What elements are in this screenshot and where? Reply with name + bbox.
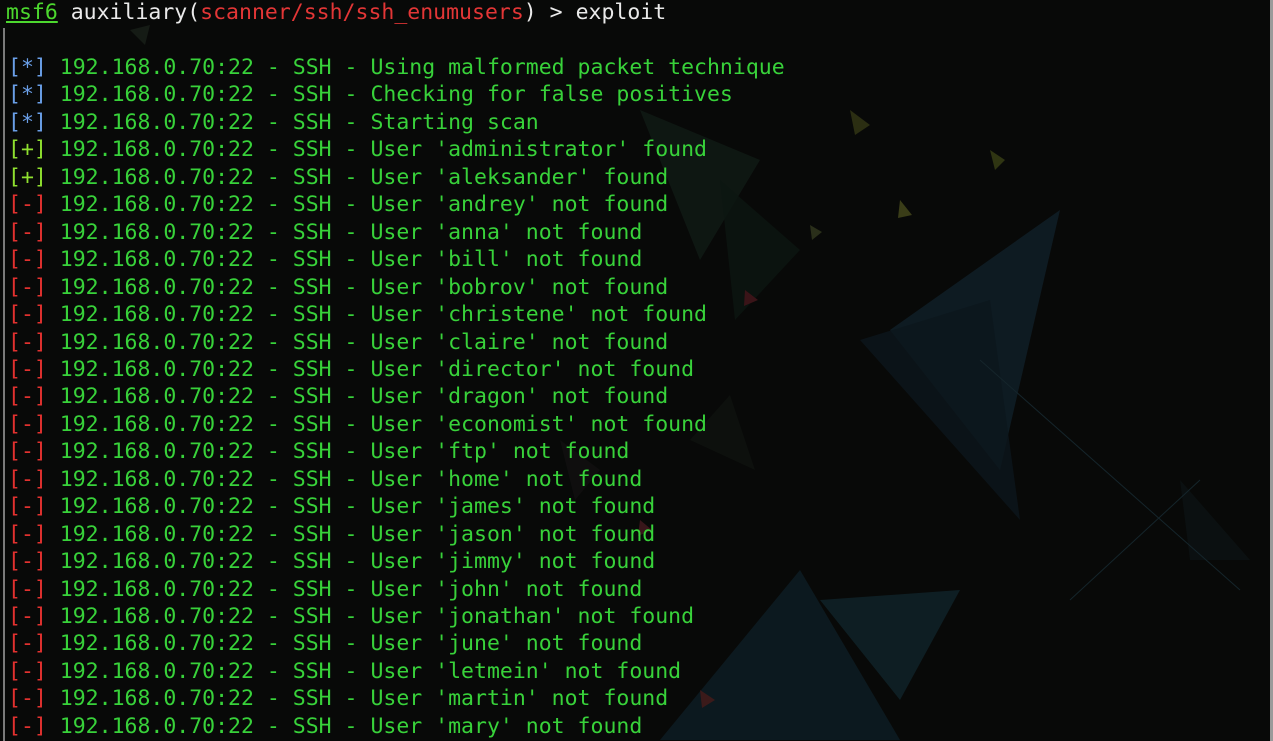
output-line: [-] 192.168.0.70:22 - SSH - User 'john' … <box>8 576 642 603</box>
output-line: [-] 192.168.0.70:22 - SSH - User 'direct… <box>8 356 694 383</box>
status-tag: [*] <box>8 109 47 135</box>
output-line: [-] 192.168.0.70:22 - SSH - User 'dragon… <box>8 383 668 410</box>
output-message: 192.168.0.70:22 - SSH - Using malformed … <box>46 55 785 80</box>
status-tag: [-] <box>8 631 47 657</box>
output-message: 192.168.0.70:22 - SSH - User 'jonathan' … <box>46 604 695 629</box>
output-line: [-] 192.168.0.70:22 - SSH - User 'econom… <box>8 411 707 438</box>
window-left-border <box>3 28 5 741</box>
status-tag: [+] <box>8 137 47 163</box>
output-message: 192.168.0.70:22 - SSH - User 'claire' no… <box>46 329 669 355</box>
status-tag: [-] <box>8 247 47 273</box>
output-message: 192.168.0.70:22 - SSH - User 'anna' not … <box>46 219 643 245</box>
output-line: [-] 192.168.0.70:22 - SSH - User 'home' … <box>8 466 642 493</box>
status-tag: [-] <box>8 494 47 520</box>
output-message: 192.168.0.70:22 - SSH - User 'letmein' n… <box>46 658 682 684</box>
output-line: [-] 192.168.0.70:22 - SSH - User 'bobrov… <box>8 274 668 301</box>
output-line: [-] 192.168.0.70:22 - SSH - User 'martin… <box>8 685 668 712</box>
output-message: 192.168.0.70:22 - SSH - User 'june' not … <box>46 631 643 657</box>
status-tag: [-] <box>8 521 47 547</box>
status-tag: [-] <box>8 302 47 328</box>
status-tag: [-] <box>8 384 47 410</box>
status-tag: [-] <box>8 329 47 355</box>
terminal-window[interactable]: msf6 auxiliary(scanner/ssh/ssh_enumusers… <box>0 0 1273 741</box>
output-message: 192.168.0.70:22 - SSH - User 'christene'… <box>46 302 707 328</box>
output-line: [+] 192.168.0.70:22 - SSH - User 'aleksa… <box>8 164 668 191</box>
prompt-command: exploit <box>575 0 667 25</box>
output-message: 192.168.0.70:22 - SSH - User 'andrey' no… <box>46 192 669 218</box>
output-message: 192.168.0.70:22 - SSH - Starting scan <box>46 109 539 135</box>
output-line: [-] 192.168.0.70:22 - SSH - User 'june' … <box>8 630 642 657</box>
status-tag: [-] <box>8 411 47 437</box>
prompt-line: msf6 auxiliary(scanner/ssh/ssh_enumusers… <box>6 0 666 26</box>
output-line: [*] 192.168.0.70:22 - SSH - Checking for… <box>8 81 733 108</box>
output-line: [*] 192.168.0.70:22 - SSH - Using malfor… <box>8 54 785 81</box>
output-line: [-] 192.168.0.70:22 - SSH - User 'letmei… <box>8 658 681 685</box>
output-line: [-] 192.168.0.70:22 - SSH - User 'anna' … <box>8 219 642 246</box>
output-line: [-] 192.168.0.70:22 - SSH - User 'andrey… <box>8 191 668 218</box>
output-line: [+] 192.168.0.70:22 - SSH - User 'admini… <box>8 136 707 163</box>
output-message: 192.168.0.70:22 - SSH - User 'aleksander… <box>46 164 669 190</box>
output-line: [*] 192.168.0.70:22 - SSH - Starting sca… <box>8 109 539 136</box>
status-tag: [-] <box>8 686 47 712</box>
output-line: [-] 192.168.0.70:22 - SSH - User 'claire… <box>8 329 668 356</box>
output-line: [-] 192.168.0.70:22 - SSH - User 'jason'… <box>8 521 655 548</box>
prompt-suffix: ) > <box>523 0 576 25</box>
output-message: 192.168.0.70:22 - SSH - User 'bobrov' no… <box>46 274 669 300</box>
output-message: 192.168.0.70:22 - SSH - User 'james' not… <box>46 494 656 520</box>
output-message: 192.168.0.70:22 - SSH - User 'bill' not … <box>46 247 643 273</box>
status-tag: [*] <box>8 55 47 80</box>
output-message: 192.168.0.70:22 - SSH - User 'martin' no… <box>46 686 669 712</box>
status-tag: [-] <box>8 576 47 602</box>
status-tag: [-] <box>8 549 47 575</box>
status-tag: [-] <box>8 658 47 684</box>
output-message: 192.168.0.70:22 - SSH - User 'jason' not… <box>46 521 656 547</box>
output-message: 192.168.0.70:22 - SSH - User 'jimmy' not… <box>46 549 656 575</box>
status-tag: [-] <box>8 274 47 300</box>
status-tag: [-] <box>8 604 47 629</box>
status-tag: [-] <box>8 192 47 218</box>
output-line: [-] 192.168.0.70:22 - SSH - User 'jimmy'… <box>8 548 655 575</box>
output-line: [-] 192.168.0.70:22 - SSH - User 'bill' … <box>8 246 642 273</box>
output-message: 192.168.0.70:22 - SSH - User 'ftp' not f… <box>46 439 630 465</box>
output-line: [-] 192.168.0.70:22 - SSH - User 'mary' … <box>8 713 642 740</box>
output-message: 192.168.0.70:22 - SSH - User 'home' not … <box>46 466 643 492</box>
status-tag: [-] <box>8 713 47 739</box>
output-message: 192.168.0.70:22 - SSH - User 'john' not … <box>46 576 643 602</box>
prompt-module-path: scanner/ssh/ssh_enumusers <box>200 0 524 25</box>
status-tag: [-] <box>8 219 47 245</box>
status-tag: [-] <box>8 466 47 492</box>
status-tag: [+] <box>8 164 47 190</box>
prompt-console-name: msf6 <box>6 0 58 25</box>
output-line: [-] 192.168.0.70:22 - SSH - User 'james'… <box>8 493 655 520</box>
output-message: 192.168.0.70:22 - SSH - Checking for fal… <box>46 82 733 108</box>
output-message: 192.168.0.70:22 - SSH - User 'administra… <box>46 137 707 163</box>
status-tag: [-] <box>8 439 47 465</box>
output-line: [-] 192.168.0.70:22 - SSH - User 'ftp' n… <box>8 438 629 465</box>
status-tag: [*] <box>8 82 47 108</box>
output-message: 192.168.0.70:22 - SSH - User 'economist'… <box>46 411 707 437</box>
prompt-prefix: auxiliary( <box>57 0 201 25</box>
output-message: 192.168.0.70:22 - SSH - User 'dragon' no… <box>46 384 669 410</box>
output-message: 192.168.0.70:22 - SSH - User 'mary' not … <box>46 713 643 739</box>
status-tag: [-] <box>8 356 47 382</box>
output-line: [-] 192.168.0.70:22 - SSH - User 'christ… <box>8 301 707 328</box>
output-line: [-] 192.168.0.70:22 - SSH - User 'jonath… <box>8 603 694 630</box>
output-message: 192.168.0.70:22 - SSH - User 'director' … <box>46 356 695 382</box>
